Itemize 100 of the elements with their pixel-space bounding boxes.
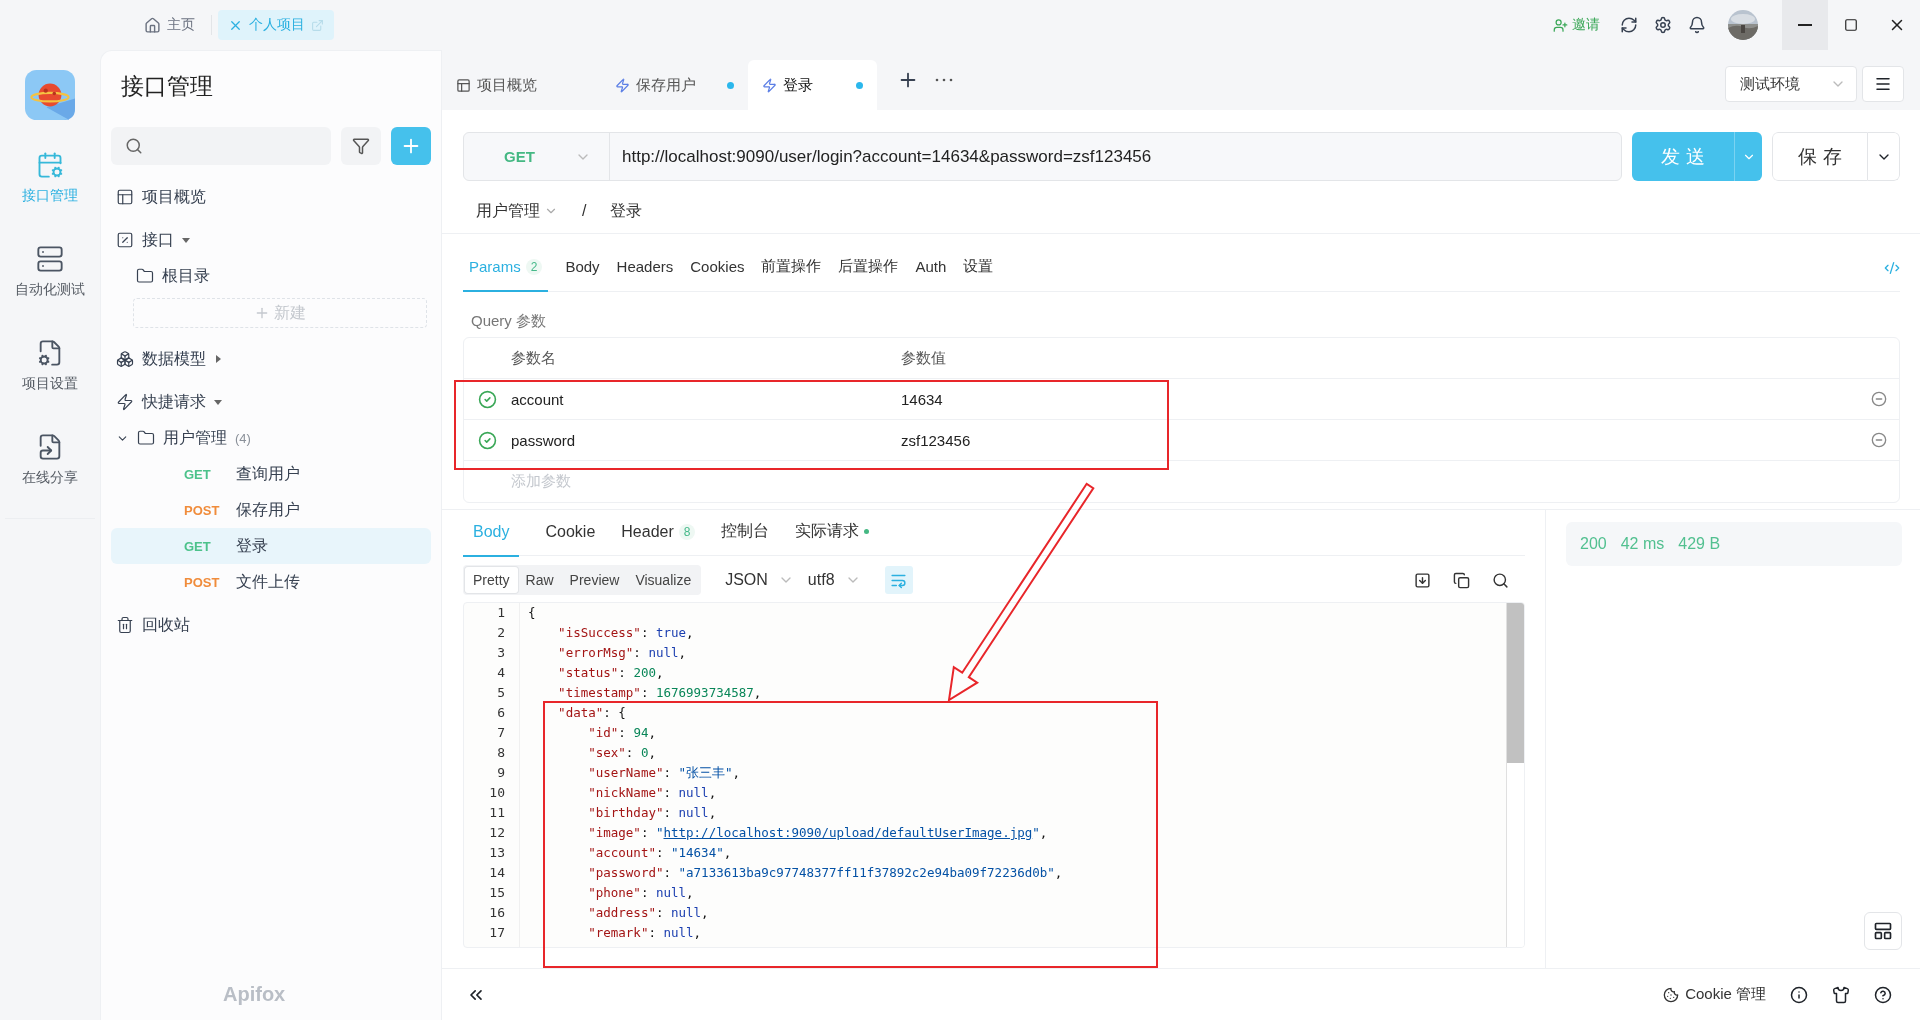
- breadcrumb-link[interactable]: 用户管理: [476, 200, 558, 222]
- count-badge: 2: [525, 258, 543, 275]
- tree-item[interactable]: 快捷请求: [111, 384, 431, 420]
- method-tag: GET: [184, 538, 228, 554]
- bell-icon[interactable]: [1688, 16, 1706, 34]
- code-line: "userName": "张三丰",: [587, 765, 742, 782]
- layout-button[interactable]: [1864, 912, 1902, 950]
- tree-item[interactable]: 数据模型: [111, 341, 431, 377]
- status-code: 200: [1580, 535, 1607, 553]
- new-label: 新建: [274, 302, 306, 323]
- check-icon[interactable]: [478, 389, 497, 409]
- response-tab[interactable]: 实际请求: [795, 508, 870, 557]
- layout-icon: [1873, 921, 1893, 941]
- request-item[interactable]: GET 登录: [111, 528, 431, 564]
- remove-icon[interactable]: [1871, 391, 1887, 407]
- shirt-icon[interactable]: [1832, 985, 1850, 1004]
- code-line: "remark": null,: [587, 925, 703, 942]
- line-number: 16: [488, 905, 506, 922]
- param-tab[interactable]: Body: [565, 243, 600, 292]
- param-tab[interactable]: 前置操作: [761, 243, 822, 292]
- param-tab[interactable]: Auth: [915, 243, 947, 292]
- response-tab[interactable]: Header 8: [621, 508, 696, 557]
- param-tab[interactable]: Cookies: [690, 243, 745, 292]
- calendar-icon: [36, 151, 64, 179]
- line-number: 6: [496, 705, 506, 722]
- section-label: Query 参数: [470, 311, 547, 331]
- tree-label: 接口: [142, 229, 174, 250]
- line-number: 15: [488, 885, 506, 902]
- item-count: (4): [235, 430, 251, 446]
- code-line: "birthday": null,: [587, 805, 718, 822]
- request-item[interactable]: POST 文件上传: [111, 564, 431, 600]
- view-toggle[interactable]: Preview: [561, 567, 628, 593]
- response-size: 429 B: [1678, 535, 1721, 553]
- table-cell-text: zsf123456: [901, 431, 972, 449]
- more-icon[interactable]: [935, 78, 953, 82]
- tree-item[interactable]: 回收站: [111, 607, 431, 643]
- request-name: 登录: [236, 535, 268, 556]
- tree-item[interactable]: 用户管理 (4): [111, 420, 431, 456]
- tree-item[interactable]: 根目录: [111, 258, 431, 294]
- app-logo: [25, 70, 75, 120]
- environment-select[interactable]: 测试环境: [1725, 66, 1857, 102]
- rail-item[interactable]: 在线分享: [0, 424, 100, 496]
- response-tab[interactable]: 控制台: [721, 508, 770, 557]
- check-icon[interactable]: [478, 430, 497, 450]
- menu-button[interactable]: [1862, 66, 1904, 102]
- save-button[interactable]: 保 存: [1772, 132, 1868, 181]
- remove-icon[interactable]: [1871, 432, 1887, 448]
- param-tab[interactable]: Headers: [616, 243, 674, 292]
- lightning-icon: [116, 393, 134, 411]
- param-tab[interactable]: 后置操作: [838, 243, 899, 292]
- rail-item[interactable]: 项目设置: [0, 330, 100, 402]
- code-line: "status": 200,: [557, 665, 665, 682]
- rail-item[interactable]: 自动化测试: [0, 236, 100, 308]
- search-icon[interactable]: [1492, 571, 1509, 589]
- info-icon[interactable]: [1790, 985, 1808, 1004]
- cookie-manager-link[interactable]: Cookie 管理: [1663, 985, 1766, 1004]
- caret-icon[interactable]: [214, 398, 222, 406]
- settings-icon[interactable]: [1654, 16, 1672, 34]
- unsaved-dot: [727, 81, 734, 89]
- table-cell-text: account: [511, 390, 565, 408]
- sync-icon[interactable]: [1620, 16, 1638, 34]
- window-tab[interactable]: 主页: [134, 10, 205, 40]
- view-toggle[interactable]: Raw: [517, 567, 562, 593]
- code-line: "nickName": null,: [587, 785, 718, 802]
- copy-icon[interactable]: [1453, 571, 1470, 589]
- request-tab[interactable]: 保存用户: [601, 60, 748, 110]
- url-link[interactable]: http://localhost:9090/upload/defaultUserImage.jpg: [663, 825, 1033, 840]
- view-toggle[interactable]: Visualize: [627, 567, 700, 593]
- search-field[interactable]: [111, 127, 331, 165]
- download-icon[interactable]: [1414, 571, 1431, 589]
- tree-item[interactable]: 接口: [111, 222, 431, 258]
- column-header: 参数名: [511, 348, 557, 368]
- encoding-select[interactable]: utf8: [807, 571, 861, 589]
- scrollbar-thumb[interactable]: [1507, 603, 1524, 763]
- response-tab[interactable]: Cookie: [545, 508, 596, 557]
- caret-icon[interactable]: [182, 236, 190, 244]
- tree-label: 项目概览: [142, 186, 206, 207]
- line-number: 1: [496, 605, 506, 622]
- request-tab[interactable]: 项目概览: [442, 60, 601, 110]
- search-icon: [125, 137, 143, 155]
- line-number: 14: [488, 865, 506, 882]
- tree-item[interactable]: 项目概览: [111, 179, 431, 215]
- line-number: 8: [496, 745, 506, 762]
- view-toggle[interactable]: Pretty: [465, 567, 518, 593]
- caret-icon[interactable]: [214, 355, 222, 363]
- percent-square-icon: [116, 231, 134, 249]
- user-plus-icon: [1553, 17, 1568, 33]
- request-item[interactable]: GET 查询用户: [111, 456, 431, 492]
- sidebar-title: 接口管理: [120, 72, 214, 101]
- format-select[interactable]: JSON: [725, 571, 794, 589]
- request-name: 保存用户: [236, 499, 300, 520]
- cubes-icon: [116, 350, 134, 368]
- help-icon[interactable]: [1874, 985, 1892, 1004]
- request-tab[interactable]: 登录: [748, 60, 877, 110]
- param-tab[interactable]: 设置: [963, 243, 994, 292]
- cookie-icon: [1663, 986, 1680, 1003]
- request-item[interactable]: POST 保存用户: [111, 492, 431, 528]
- filter-button[interactable]: [341, 127, 381, 165]
- request-name: 查询用户: [236, 463, 300, 484]
- tree-label: 根目录: [162, 265, 210, 286]
